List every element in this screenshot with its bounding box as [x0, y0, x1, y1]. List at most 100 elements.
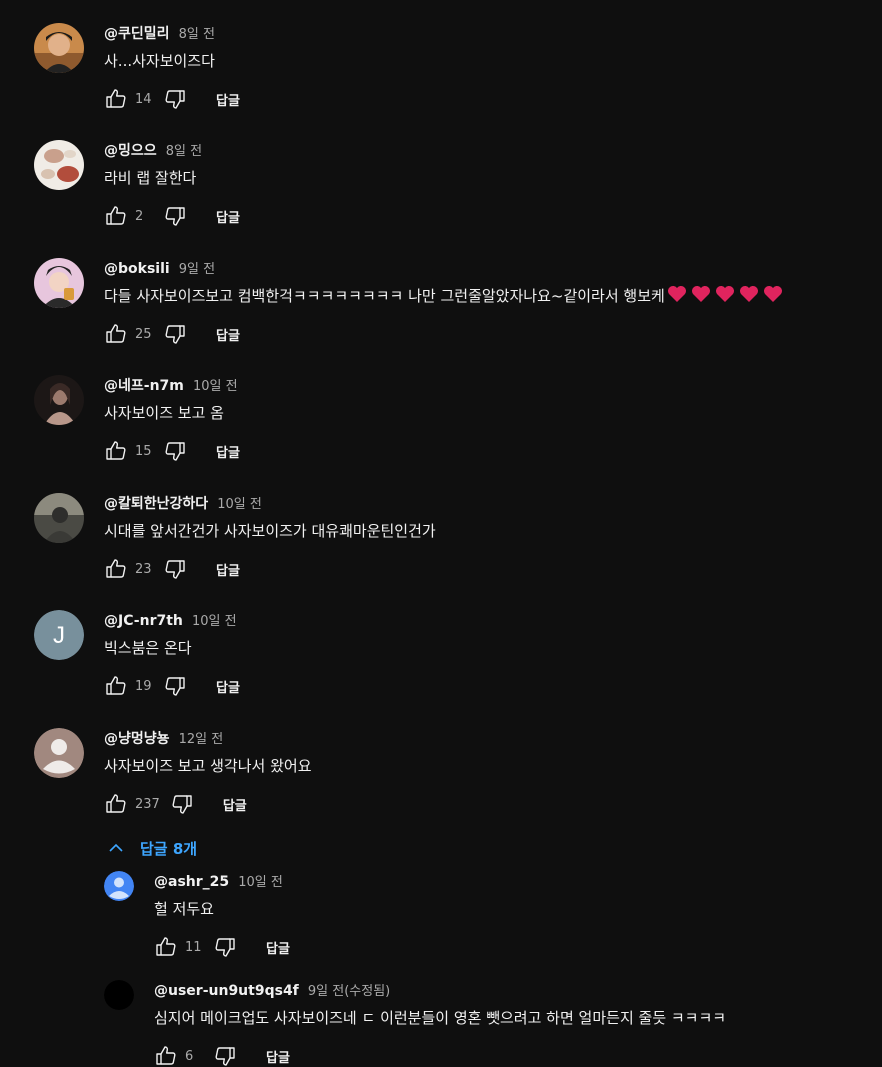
reply-button[interactable]: 답글 [208, 86, 248, 113]
comment-text: 빅스붐은 온다 [104, 639, 192, 657]
comment-time[interactable]: 8일 전 [179, 27, 215, 42]
comment-time[interactable]: 12일 전 [179, 732, 224, 747]
reply-button[interactable]: 답글 [208, 203, 248, 230]
comment-author[interactable]: @JC-nr7th [104, 613, 183, 629]
avatar[interactable] [34, 493, 84, 543]
comment-author[interactable]: @네프-n7m [104, 378, 184, 394]
comment-author[interactable]: @밍으으 [104, 143, 157, 159]
like-button[interactable] [104, 87, 128, 111]
comment-author[interactable]: @쿠딘밀리 [104, 26, 170, 42]
comment-author[interactable]: @칼퇴한난강하다 [104, 496, 208, 512]
reply-button[interactable]: 답글 [258, 934, 298, 961]
avatar[interactable] [34, 375, 84, 425]
avatar[interactable] [104, 871, 134, 901]
avatar[interactable]: J [34, 610, 84, 660]
like-count: 11 [185, 939, 202, 955]
comment-actions: 2 답글 [104, 204, 882, 228]
reply-button[interactable]: 답글 [208, 673, 248, 700]
reply-button[interactable]: 답글 [208, 556, 248, 583]
like-count: 23 [135, 561, 152, 577]
like-button[interactable] [104, 439, 128, 463]
thumbs-up-icon [106, 324, 126, 343]
comment-time[interactable]: 10일 전 [217, 497, 262, 512]
replies-toggle-button[interactable]: 답글 8개 [104, 836, 197, 860]
like-button[interactable] [104, 674, 128, 698]
dislike-button[interactable] [163, 557, 187, 581]
comment-author[interactable]: @boksili [104, 261, 170, 277]
chevron-up-icon [109, 843, 123, 852]
comment-body: @JC-nr7th 10일 전 빅스붐은 온다 19 답글 [104, 610, 882, 698]
like-button[interactable] [104, 322, 128, 346]
reply-button[interactable]: 답글 [215, 791, 255, 818]
heart-emoji-icon [763, 286, 782, 302]
heart-emoji-icon [667, 286, 686, 302]
comment-text: 라비 랩 잘한다 [104, 169, 197, 187]
dislike-button[interactable] [213, 935, 237, 959]
heart-emoji-icon [691, 286, 710, 302]
thumbs-up-icon [156, 937, 176, 956]
thumbs-down-icon [172, 795, 192, 814]
dislike-button[interactable] [163, 439, 187, 463]
dislike-button[interactable] [163, 674, 187, 698]
avatar[interactable] [34, 140, 84, 190]
thumbs-down-icon [215, 1047, 235, 1066]
comment-body: @네프-n7m 10일 전 사자보이즈 보고 옴 15 답글 [104, 375, 882, 463]
thumbs-up-icon [156, 1046, 176, 1065]
comment-time[interactable]: 9일 전 [179, 262, 215, 277]
thumbs-down-icon [165, 442, 185, 461]
thumbs-down-icon [165, 560, 185, 579]
replies-count-label: 답글 8개 [140, 839, 198, 858]
comment-body: @쿠딘밀리 8일 전 사...사자보이즈다 14 답글 [104, 23, 882, 111]
like-count: 6 [185, 1048, 194, 1064]
comment-time[interactable]: 10일 전 [192, 614, 237, 629]
dislike-button[interactable] [213, 1044, 237, 1067]
heart-emoji-icon [715, 286, 734, 302]
comment-actions: 6 답글 [154, 1044, 882, 1067]
avatar[interactable] [104, 980, 134, 1010]
dislike-button[interactable] [163, 87, 187, 111]
comment-author[interactable]: @냥멍냥뇽 [104, 731, 170, 747]
like-count: 237 [135, 796, 160, 812]
comment-text: 사...사자보이즈다 [104, 52, 215, 70]
comment-actions: 19 답글 [104, 674, 882, 698]
thumbs-up-icon [106, 794, 126, 813]
like-count: 2 [135, 208, 144, 224]
thumbs-up-icon [106, 559, 126, 578]
comment-body: @밍으으 8일 전 라비 랩 잘한다 2 답글 [104, 140, 882, 228]
heart-emoji-icon [739, 286, 758, 302]
like-button[interactable] [104, 204, 128, 228]
thumbs-up-icon [106, 89, 126, 108]
comment-author[interactable]: @ashr_25 [154, 874, 229, 890]
comment-author[interactable]: @user-un9ut9qs4f [154, 983, 299, 999]
dislike-button[interactable] [163, 322, 187, 346]
avatar[interactable] [34, 23, 84, 73]
avatar[interactable] [34, 728, 84, 778]
dislike-button[interactable] [163, 204, 187, 228]
comment-text: 심지어 메이크업도 사자보이즈네 ㄷ 이런분들이 영혼 뺏으려고 하면 얼마든지… [154, 1009, 727, 1027]
comment-actions: 11 답글 [154, 935, 882, 959]
thumbs-down-icon [165, 207, 185, 226]
avatar[interactable] [34, 258, 84, 308]
like-button[interactable] [154, 935, 178, 959]
reply-button[interactable]: 답글 [208, 438, 248, 465]
comment-time[interactable]: 10일 전 [193, 379, 238, 394]
comment-time[interactable]: 8일 전 [166, 144, 202, 159]
like-count: 15 [135, 443, 152, 459]
like-button[interactable] [154, 1044, 178, 1067]
comment-body: @냥멍냥뇽 12일 전 사자보이즈 보고 생각나서 왔어요 237 답글 [104, 728, 882, 816]
like-count: 25 [135, 326, 152, 342]
thumbs-up-icon [106, 206, 126, 225]
comment-time[interactable]: 10일 전 [238, 875, 283, 890]
comment-text-content: 다들 사자보이즈보고 컴백한걱ㅋㅋㅋㅋㅋㅋㅋㅋ 나만 그런줄알았자나요~같이라서… [104, 287, 665, 305]
comment-actions: 23 답글 [104, 557, 882, 581]
reply-button[interactable]: 답글 [258, 1043, 298, 1067]
comment-actions: 14 답글 [104, 87, 882, 111]
thumbs-down-icon [165, 90, 185, 109]
thumbs-down-icon [165, 677, 185, 696]
like-button[interactable] [104, 557, 128, 581]
dislike-button[interactable] [170, 792, 194, 816]
like-button[interactable] [104, 792, 128, 816]
comment-time[interactable]: 9일 전(수정됨) [308, 984, 390, 999]
reply-button[interactable]: 답글 [208, 321, 248, 348]
comment-text: 헐 저두요 [154, 900, 214, 918]
